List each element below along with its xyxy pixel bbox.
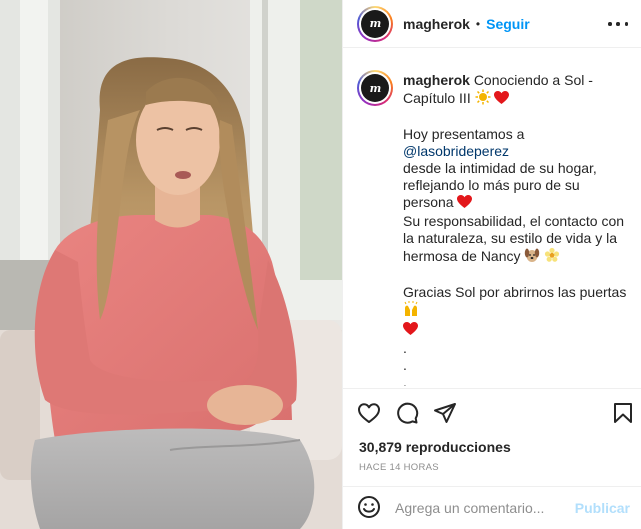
avatar-logo: m [361,74,389,102]
caption-thanks-line: Gracias Sol por abrirnos las puertas [403,284,631,321]
caption-line-3-wrap: reflejando lo más puro de su persona [403,177,631,213]
paper-plane-icon[interactable] [433,401,459,427]
author-avatar[interactable]: m [357,5,393,42]
caption-intro-line: Hoy presentamos a @lasobrideperez [403,126,631,160]
caption-title-line: magherok Conociendo a Sol - Capítulo III [403,72,631,109]
caption-dot: . [403,357,407,373]
instagram-post: m magherok • Seguir m magherok Conociend… [0,0,641,529]
dog-emoji [524,247,540,267]
caption-avatar[interactable]: m [357,70,393,106]
smiley-face-icon[interactable] [357,495,383,521]
comment-input[interactable] [395,497,585,519]
heart-outline-icon[interactable] [357,401,383,427]
avatar-border: m [359,7,391,40]
raised-hands-emoji [403,301,419,321]
post-header: m magherok • Seguir [343,0,641,48]
caption-thanks: Gracias Sol por abrirnos las puertas [403,284,627,300]
avatar-border: m [359,72,391,104]
sun-emoji [475,89,491,109]
avatar-logo: m [361,9,389,38]
publish-button[interactable]: Publicar [575,500,630,516]
post-timestamp[interactable]: HACE 14 HORAS [359,462,439,473]
post-caption: m magherok Conociendo a Sol - Capítulo I… [343,60,641,386]
caption-text: magherok Conociendo a Sol - Capítulo III… [403,72,631,386]
post-side-panel: m magherok • Seguir m magherok Conociend… [342,0,641,529]
bookmark-icon[interactable] [611,401,637,427]
caption-line-4: Su responsabilidad, el contacto con la n… [403,213,625,264]
divider [343,388,641,389]
comment-bubble-icon[interactable] [395,401,421,427]
caption-gap [403,267,631,284]
video-player[interactable] [0,0,342,529]
follow-button[interactable]: Seguir [486,16,530,32]
caption-mention-link[interactable]: @lasobrideperez [403,143,509,159]
video-frame [0,0,342,529]
more-dot [624,22,628,26]
action-bar [343,398,641,428]
more-options-icon[interactable] [608,15,628,33]
caption-line-2: desde la intimidad de su hogar, [403,160,597,176]
view-count[interactable]: 30,879 reproducciones [359,439,511,455]
red-heart-emoji [403,322,418,340]
caption-line-4-wrap: Su responsabilidad, el contacto con la n… [403,213,631,267]
red-heart-emoji [494,91,510,109]
header-separator: • [475,16,481,31]
caption-gap [403,109,631,126]
comment-bar: Publicar [343,487,641,529]
red-heart-emoji [457,195,473,213]
blossom-emoji [544,247,560,267]
caption-dot: . [403,340,407,356]
more-dot [608,22,612,26]
caption-line-3: reflejando lo más puro de su persona [403,177,580,210]
caption-intro: Hoy presentamos a [403,126,525,142]
more-dot [616,22,620,26]
author-username[interactable]: magherok [403,16,470,32]
caption-username[interactable]: magherok [403,72,470,88]
caption-heart-line [403,321,631,340]
caption-dot: . [403,374,407,386]
